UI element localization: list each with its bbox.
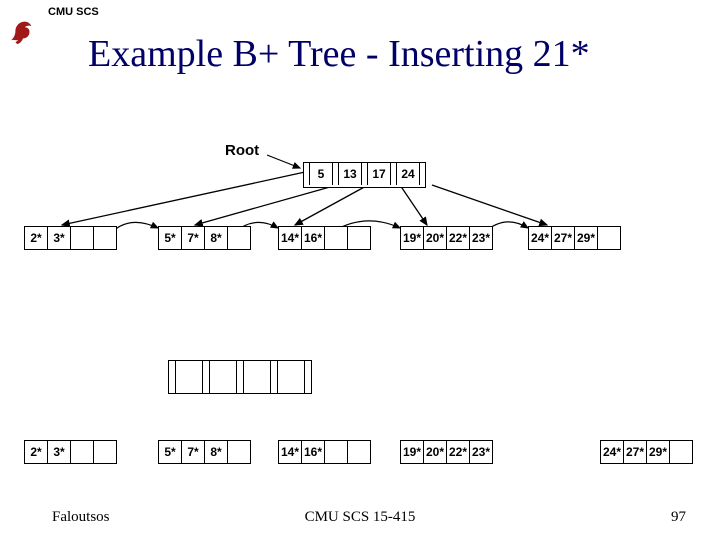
cmu-griffin-logo bbox=[7, 15, 37, 45]
leaf-key: 20* bbox=[424, 227, 447, 249]
node-ptr bbox=[305, 361, 311, 393]
leaf-key: 3* bbox=[48, 227, 71, 249]
leaf-key: 7* bbox=[182, 441, 205, 463]
root-key: 24 bbox=[397, 163, 420, 185]
leaf-key: 8* bbox=[205, 227, 228, 249]
leaf-node: 19* 20* 22* 23* bbox=[400, 440, 493, 464]
root-label: Root bbox=[225, 142, 259, 159]
leaf-key bbox=[598, 227, 620, 249]
node-ptr bbox=[237, 361, 244, 393]
leaf-node: 24* 27* 29* bbox=[528, 226, 621, 250]
leaf-key: 27* bbox=[552, 227, 575, 249]
leaf-key bbox=[228, 441, 250, 463]
node-slot bbox=[278, 361, 305, 393]
leaf-key: 8* bbox=[205, 441, 228, 463]
leaf-node: 2* 3* bbox=[24, 226, 117, 250]
leaf-key: 3* bbox=[48, 441, 71, 463]
empty-node bbox=[168, 360, 312, 394]
leaf-key: 19* bbox=[401, 227, 424, 249]
leaf-key: 14* bbox=[279, 441, 302, 463]
leaf-key: 23* bbox=[470, 227, 492, 249]
leaf-node: 14* 16* bbox=[278, 226, 371, 250]
leaf-key: 5* bbox=[159, 441, 182, 463]
leaf-key bbox=[228, 227, 250, 249]
leaf-key bbox=[670, 441, 692, 463]
leaf-key: 19* bbox=[401, 441, 424, 463]
leaf-key: 24* bbox=[529, 227, 552, 249]
root-node: 5 13 17 24 bbox=[303, 162, 426, 188]
footer-course: CMU SCS 15-415 bbox=[0, 509, 720, 526]
leaf-node: 24* 27* 29* bbox=[600, 440, 693, 464]
leaf-key: 24* bbox=[601, 441, 624, 463]
node-slot bbox=[176, 361, 203, 393]
leaf-key bbox=[94, 227, 116, 249]
node-ptr bbox=[203, 361, 210, 393]
footer-page: 97 bbox=[671, 509, 686, 526]
leaf-key: 16* bbox=[302, 227, 325, 249]
leaf-key bbox=[325, 227, 348, 249]
slide-title: Example B+ Tree - Inserting 21* bbox=[88, 32, 590, 76]
node-ptr bbox=[169, 361, 176, 393]
leaf-key: 27* bbox=[624, 441, 647, 463]
root-key: 13 bbox=[339, 163, 362, 185]
leaf-node: 19* 20* 22* 23* bbox=[400, 226, 493, 250]
leaf-key: 20* bbox=[424, 441, 447, 463]
root-key: 5 bbox=[310, 163, 333, 185]
leaf-key: 22* bbox=[447, 227, 470, 249]
org-label: CMU SCS bbox=[48, 6, 99, 18]
leaf-node: 2* 3* bbox=[24, 440, 117, 464]
leaf-key: 2* bbox=[25, 441, 48, 463]
leaf-key: 7* bbox=[182, 227, 205, 249]
leaf-key: 22* bbox=[447, 441, 470, 463]
leaf-key bbox=[94, 441, 116, 463]
leaf-key: 29* bbox=[647, 441, 670, 463]
leaf-key bbox=[348, 227, 370, 249]
leaf-node: 5* 7* 8* bbox=[158, 440, 251, 464]
root-ptr bbox=[420, 163, 425, 185]
root-key: 17 bbox=[368, 163, 391, 185]
leaf-key bbox=[348, 441, 370, 463]
leaf-key: 14* bbox=[279, 227, 302, 249]
leaf-key: 5* bbox=[159, 227, 182, 249]
node-slot bbox=[244, 361, 271, 393]
leaf-key: 2* bbox=[25, 227, 48, 249]
leaf-node: 5* 7* 8* bbox=[158, 226, 251, 250]
leaf-key bbox=[71, 441, 94, 463]
leaf-key: 23* bbox=[470, 441, 492, 463]
leaf-key bbox=[71, 227, 94, 249]
node-slot bbox=[210, 361, 237, 393]
node-ptr bbox=[271, 361, 278, 393]
leaf-key: 29* bbox=[575, 227, 598, 249]
leaf-key bbox=[325, 441, 348, 463]
leaf-node: 14* 16* bbox=[278, 440, 371, 464]
leaf-key: 16* bbox=[302, 441, 325, 463]
